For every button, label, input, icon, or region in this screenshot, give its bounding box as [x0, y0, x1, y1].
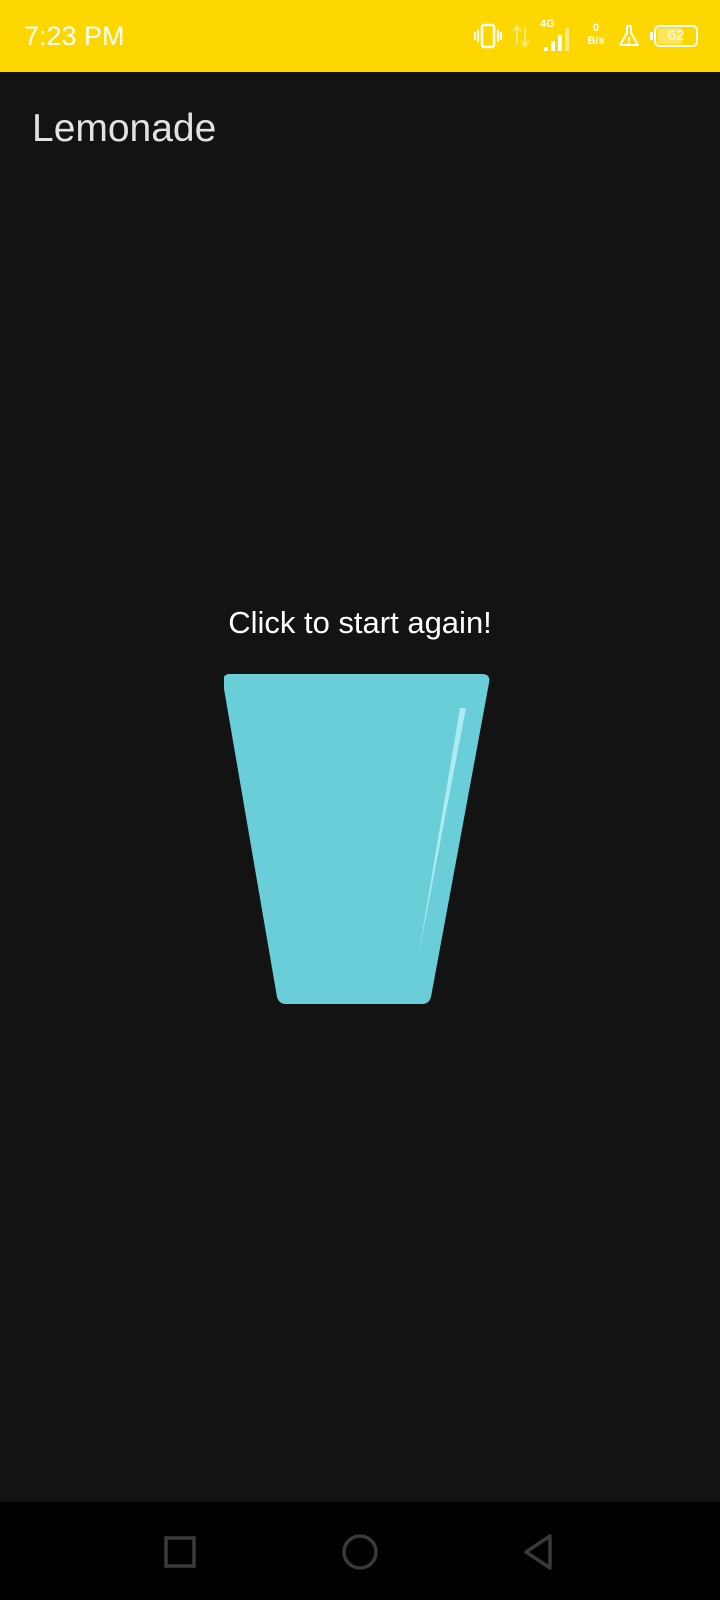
- status-bar: 7:23 PM 4G 0 B/s 62: [0, 0, 720, 72]
- lemonade-image-button[interactable]: [222, 674, 496, 1014]
- navigation-bar: [0, 1502, 720, 1600]
- battery-nub: [650, 32, 653, 40]
- empty-glass-icon: [222, 674, 490, 1004]
- recents-icon: [164, 1536, 196, 1568]
- flask-icon: [618, 24, 640, 48]
- network-speed: 0 B/s: [584, 18, 608, 54]
- home-button[interactable]: [338, 1530, 382, 1574]
- recents-button[interactable]: [158, 1530, 202, 1574]
- home-icon: [342, 1534, 378, 1570]
- instruction-text: Click to start again!: [228, 605, 492, 640]
- back-icon: [524, 1534, 552, 1570]
- battery-icon: 62: [650, 25, 698, 47]
- signal-icon: 4G: [540, 18, 574, 54]
- status-time: 7:23 PM: [24, 21, 125, 51]
- status-icons: 4G 0 B/s 62: [474, 18, 698, 54]
- main-content: Click to start again!: [0, 188, 720, 1502]
- screen: 7:23 PM 4G 0 B/s 62 Lemonade Click to st…: [0, 0, 720, 1600]
- data-arrows-icon: [512, 23, 530, 49]
- app-bar: Lemonade: [0, 72, 720, 188]
- network-speed-unit: B/s: [587, 35, 605, 47]
- vibrate-icon: [474, 23, 502, 49]
- battery-level: 62: [667, 27, 685, 44]
- back-button[interactable]: [518, 1530, 562, 1574]
- app-title: Lemonade: [32, 107, 217, 150]
- network-speed-value: 0: [592, 22, 600, 34]
